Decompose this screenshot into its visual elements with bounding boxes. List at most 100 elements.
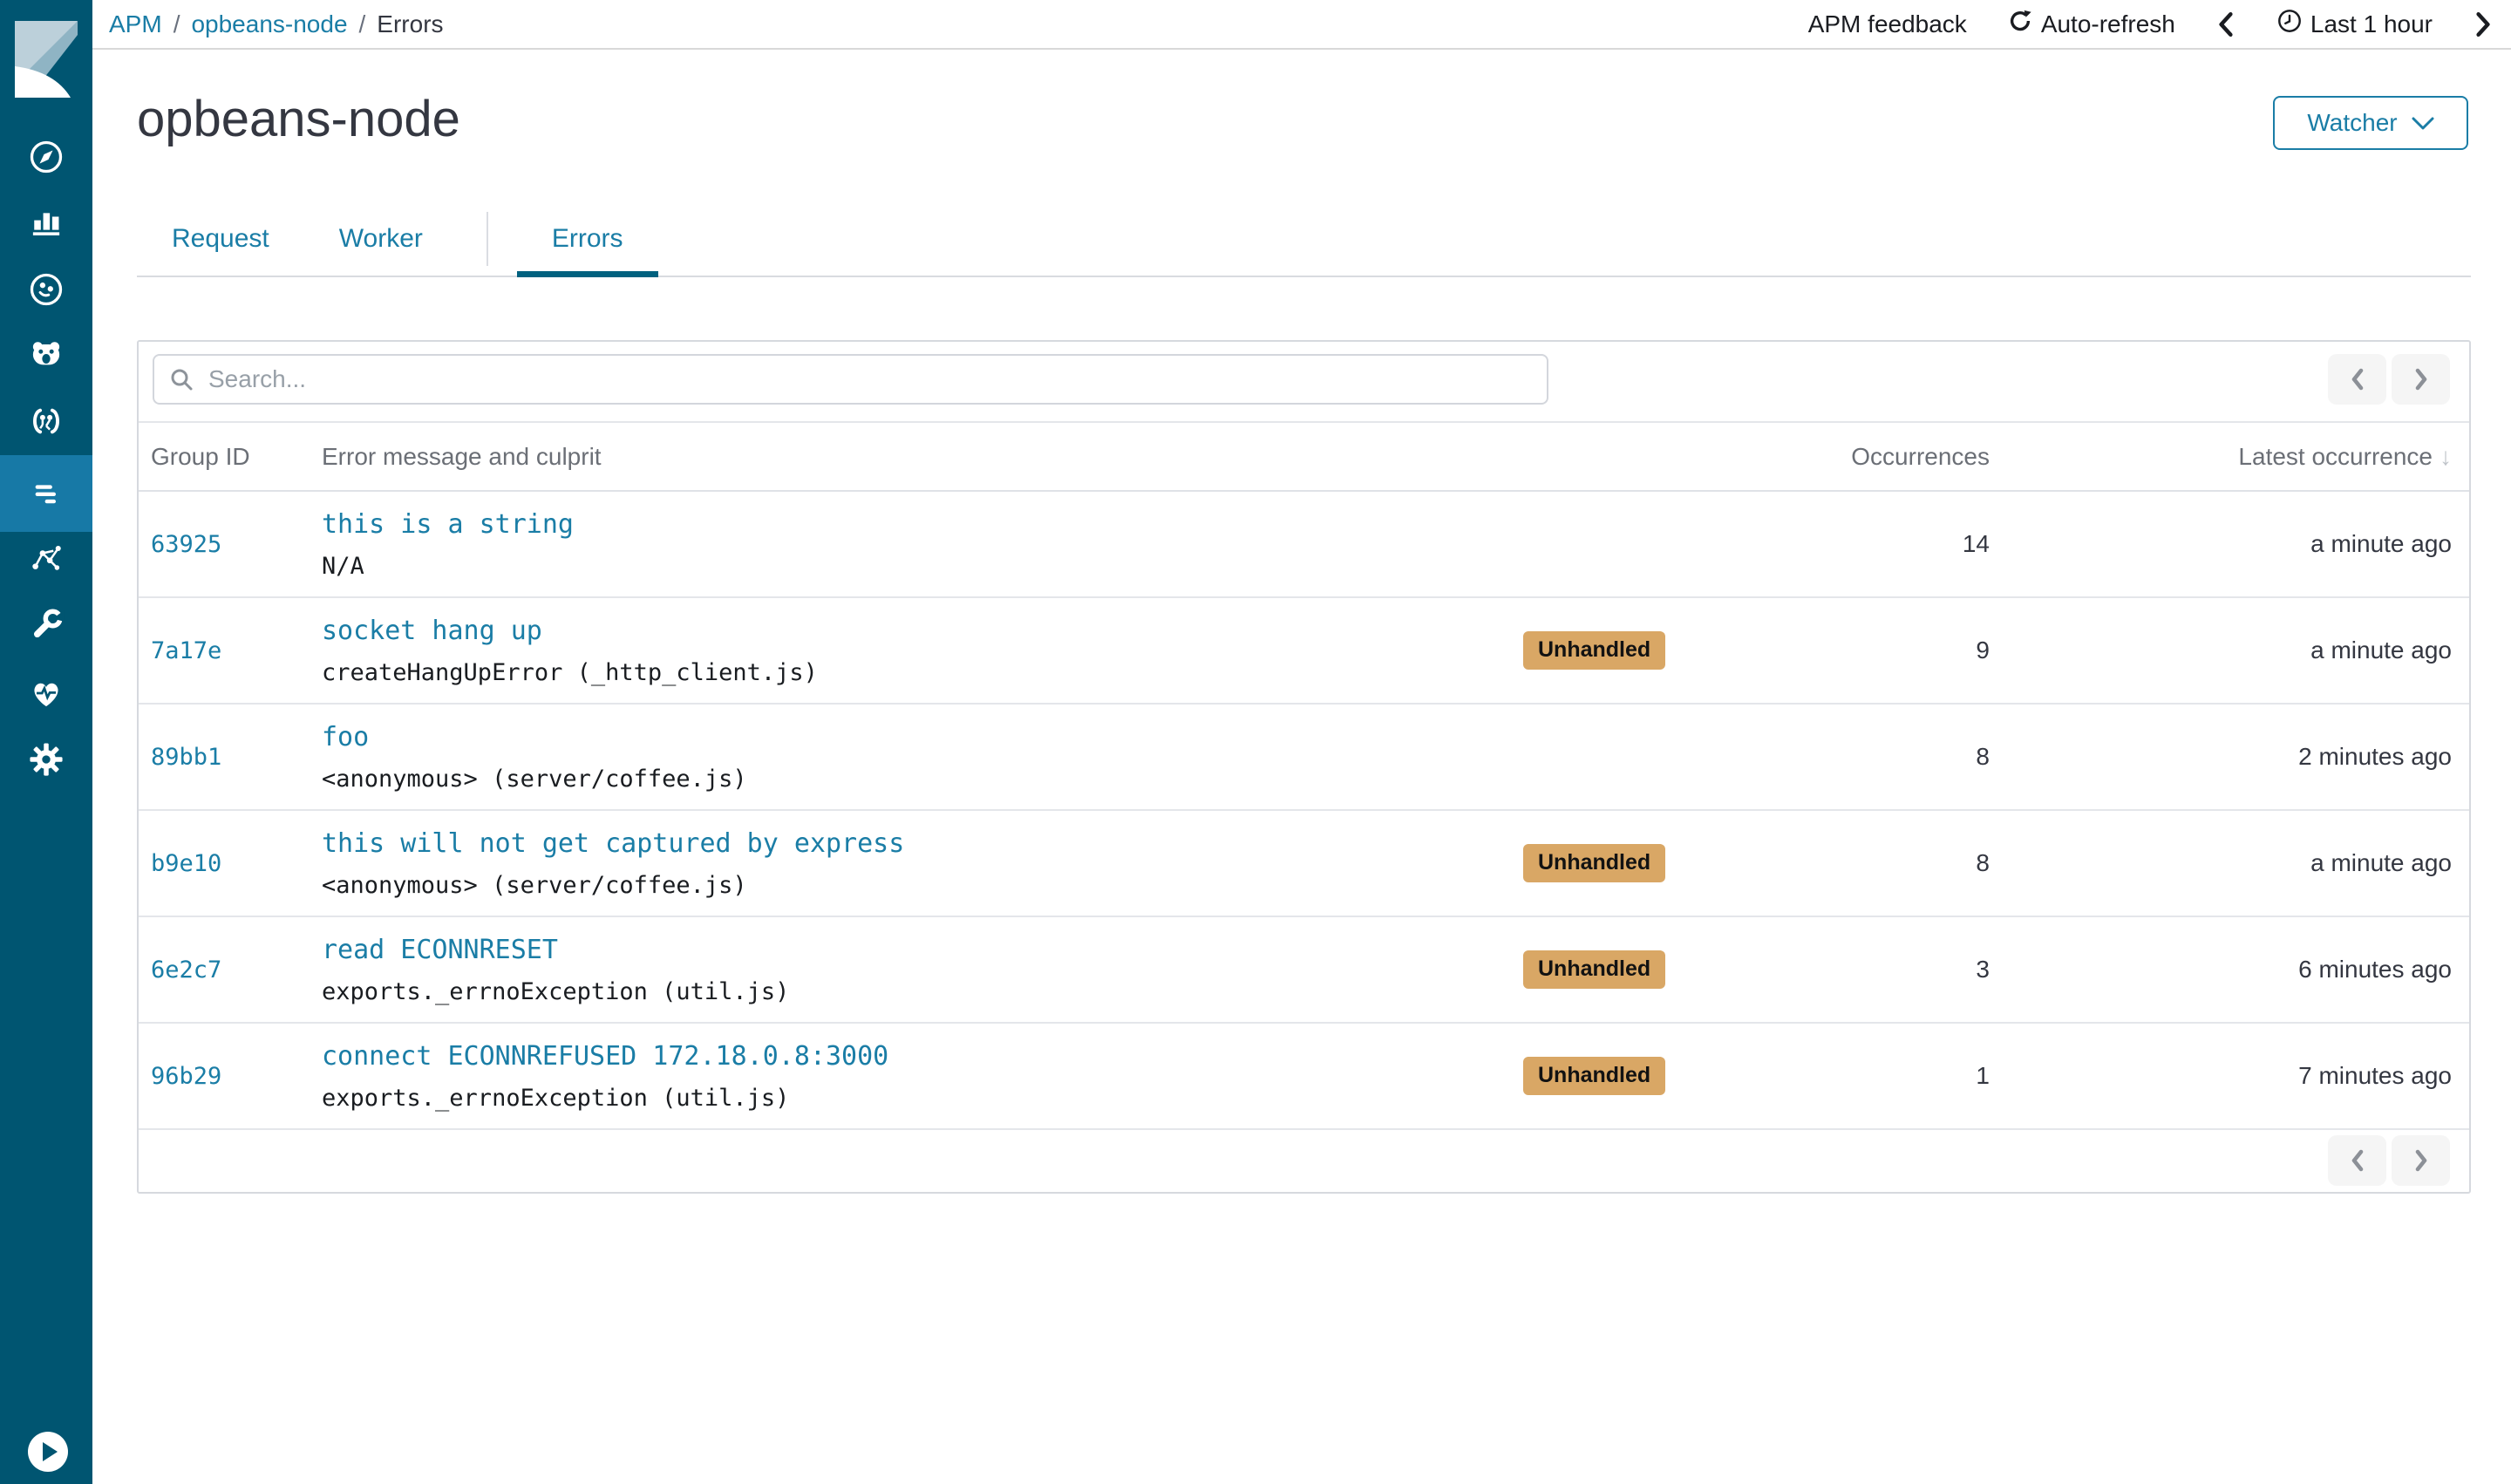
sidebar-item-canvas[interactable] (0, 321, 92, 387)
pagination-prev-button[interactable] (2328, 1135, 2386, 1186)
column-header-latest-occurrence[interactable]: Latest occurrence↓ (1990, 443, 2452, 471)
globe-dots-icon (27, 270, 65, 309)
table-footer (139, 1130, 2469, 1192)
sidebar-item-dev-tools[interactable] (0, 592, 92, 658)
sidebar-item-monitoring[interactable] (0, 660, 92, 726)
sidebar-item-discover[interactable] (0, 124, 92, 190)
play-icon (43, 1442, 58, 1461)
tab-errors[interactable]: Errors (517, 202, 658, 276)
latest-occurrence-value: a minute ago (1990, 530, 2452, 558)
chevron-down-icon (2412, 109, 2434, 137)
tab-worker[interactable]: Worker (304, 202, 458, 276)
code-app-icon (26, 402, 66, 440)
pagination-prev-button[interactable] (2328, 354, 2386, 405)
occurrences-value: 8 (1706, 849, 1990, 877)
breadcrumb: APM / opbeans-node / Errors (109, 10, 444, 38)
kibana-logo[interactable] (15, 21, 78, 98)
search-icon (168, 366, 196, 398)
error-culprit: exports._errnoException (util.js) (322, 978, 789, 1005)
column-header-group-id: Group ID (151, 443, 322, 471)
sidebar-item-machine-learning[interactable] (0, 525, 92, 591)
breadcrumb-separator: / (174, 10, 180, 38)
unhandled-badge: Unhandled (1523, 1057, 1665, 1095)
apm-feedback-link[interactable]: APM feedback (1808, 10, 1967, 38)
error-group-id-link[interactable]: b9e10 (151, 850, 322, 877)
error-group-id-link[interactable]: 6e2c7 (151, 956, 322, 984)
bar-chart-icon (27, 202, 65, 241)
sidebar-item-management[interactable] (0, 726, 92, 793)
error-group-id-link[interactable]: 63925 (151, 531, 322, 558)
error-culprit: <anonymous> (server/coffee.js) (322, 872, 747, 899)
latest-occurrence-value: 2 minutes ago (1990, 743, 2452, 771)
error-message-link[interactable]: foo (322, 722, 369, 752)
error-message-link[interactable]: this is a string (322, 509, 574, 540)
occurrences-value: 1 (1706, 1062, 1990, 1090)
sidebar-item-apm[interactable] (0, 455, 92, 532)
sidebar-collapse-button[interactable] (28, 1432, 68, 1472)
top-bar: APM / opbeans-node / Errors APM feedback… (92, 0, 2511, 50)
search-input[interactable] (153, 354, 1548, 405)
sidebar-item-visualize[interactable] (0, 188, 92, 255)
occurrences-value: 8 (1706, 743, 1990, 771)
breadcrumb-service[interactable]: opbeans-node (191, 10, 347, 38)
error-group-id-link[interactable]: 96b29 (151, 1063, 322, 1090)
latest-occurrence-value: a minute ago (1990, 849, 2452, 877)
tab-divider (487, 212, 488, 266)
breadcrumb-current: Errors (377, 10, 443, 38)
pagination-bottom (2328, 1135, 2450, 1186)
error-culprit: N/A (322, 553, 364, 580)
sidebar-item-code[interactable] (0, 388, 92, 454)
latest-occurrence-value: 6 minutes ago (1990, 956, 2452, 984)
table-row: b9e10 this will not get captured by expr… (139, 811, 2469, 917)
table-row: 63925 this is a string N/A 14 a minute a… (139, 492, 2469, 598)
error-message-link[interactable]: read ECONNRESET (322, 935, 558, 965)
service-tabs: Request Worker Errors (137, 202, 2471, 277)
clock-icon (2276, 8, 2303, 40)
error-message-link[interactable]: this will not get captured by express (322, 828, 904, 859)
table-row: 6e2c7 read ECONNRESET exports._errnoExce… (139, 917, 2469, 1024)
refresh-icon (2007, 8, 2033, 40)
table-row: 89bb1 foo <anonymous> (server/coffee.js)… (139, 705, 2469, 811)
watcher-dropdown-button[interactable]: Watcher (2273, 96, 2468, 150)
unhandled-badge: Unhandled (1523, 631, 1665, 670)
time-range-picker[interactable]: Last 1 hour (2276, 8, 2433, 40)
error-culprit: createHangUpError (_http_client.js) (322, 659, 818, 686)
occurrences-value: 9 (1706, 636, 1990, 664)
error-group-id-link[interactable]: 89bb1 (151, 744, 322, 771)
pagination-next-button[interactable] (2392, 354, 2450, 405)
latest-occurrence-value: a minute ago (1990, 636, 2452, 664)
tab-request[interactable]: Request (137, 202, 304, 276)
sidebar (0, 0, 92, 1484)
time-forward-button[interactable] (2473, 11, 2494, 37)
column-header-message: Error message and culprit (322, 443, 1523, 471)
occurrences-value: 14 (1706, 530, 1990, 558)
heartbeat-icon (26, 674, 66, 712)
graph-nodes-icon (27, 539, 65, 577)
pagination-next-button[interactable] (2392, 1135, 2450, 1186)
gear-icon (27, 740, 65, 779)
time-back-button[interactable] (2215, 11, 2236, 37)
sort-down-icon: ↓ (2440, 443, 2452, 470)
table-toolbar (139, 342, 2469, 423)
error-group-id-link[interactable]: 7a17e (151, 637, 322, 664)
unhandled-badge: Unhandled (1523, 844, 1665, 882)
breadcrumb-separator: / (359, 10, 366, 38)
latest-occurrence-value: 7 minutes ago (1990, 1062, 2452, 1090)
page-title: opbeans-node (137, 92, 460, 147)
occurrences-value: 3 (1706, 956, 1990, 984)
auto-refresh-button[interactable]: Auto-refresh (2007, 8, 2175, 40)
main-content: opbeans-node Watcher Request Worker Erro… (92, 50, 2511, 1484)
error-message-link[interactable]: connect ECONNREFUSED 172.18.0.8:3000 (322, 1041, 888, 1072)
pagination-top (2328, 354, 2450, 405)
error-message-link[interactable]: socket hang up (322, 616, 542, 646)
column-header-occurrences[interactable]: Occurrences (1706, 443, 1990, 471)
breadcrumb-apm[interactable]: APM (109, 10, 162, 38)
wrench-icon (27, 606, 65, 644)
table-row: 7a17e socket hang up createHangUpError (… (139, 598, 2469, 705)
error-culprit: <anonymous> (server/coffee.js) (322, 766, 747, 793)
errors-panel: Group ID Error message and culprit Occur… (137, 340, 2471, 1194)
error-culprit: exports._errnoException (util.js) (322, 1085, 789, 1112)
sidebar-item-dashboard[interactable] (0, 256, 92, 323)
apm-streams-icon (27, 474, 65, 513)
unhandled-badge: Unhandled (1523, 950, 1665, 989)
